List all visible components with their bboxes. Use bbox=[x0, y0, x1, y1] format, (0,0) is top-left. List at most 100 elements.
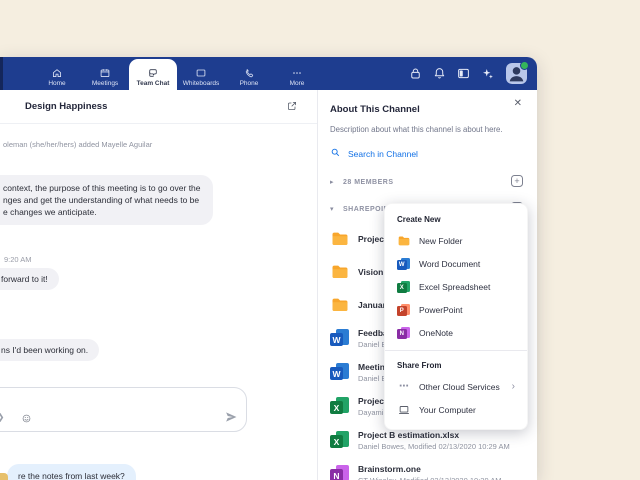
system-message: oleman (she/her/hers) added Mayelle Agui… bbox=[3, 140, 317, 149]
message-line: e changes we anticipate. bbox=[3, 206, 201, 218]
menu-item-your-computer[interactable]: Your Computer bbox=[385, 398, 527, 421]
caret-down-icon: ▾ bbox=[330, 205, 337, 213]
tab-more[interactable]: More bbox=[273, 57, 321, 90]
members-section-label: 28 MEMBERS bbox=[343, 179, 394, 186]
channel-description: Description about what this channel is a… bbox=[330, 125, 524, 134]
message-composer[interactable]: ❯ bbox=[0, 387, 247, 432]
close-icon[interactable]: ✕ bbox=[514, 99, 522, 109]
tab-phone[interactable]: Phone bbox=[225, 57, 273, 90]
menu-item-new-folder[interactable]: New Folder bbox=[385, 229, 527, 252]
tab-team-chat[interactable]: Team Chat bbox=[129, 59, 177, 90]
word-file-icon: W bbox=[330, 362, 350, 382]
create-new-menu: Create New New Folder W Word Document X … bbox=[384, 203, 528, 430]
file-name: Project bbox=[358, 234, 387, 244]
tab-whiteboards[interactable]: Whiteboards bbox=[177, 57, 225, 90]
onenote-file-icon: N bbox=[330, 464, 350, 480]
menu-item-label: New Folder bbox=[419, 236, 462, 246]
chat-bubbles-icon bbox=[147, 67, 159, 79]
sender-avatar bbox=[0, 473, 8, 480]
panel-title: About This Channel bbox=[330, 104, 420, 115]
menu-item-label: Word Document bbox=[419, 259, 480, 269]
composer-format-icon[interactable]: ❯ bbox=[0, 412, 8, 423]
file-name: Meetin bbox=[358, 362, 386, 372]
menu-item-label: PowerPoint bbox=[419, 305, 462, 315]
message-list: oleman (she/her/hers) added Mayelle Agui… bbox=[0, 140, 317, 480]
word-file-icon: W bbox=[330, 328, 350, 348]
file-name: Project B estimation.xlsx bbox=[358, 430, 510, 440]
tab-home-label: Home bbox=[48, 80, 65, 87]
message-line: nges and get the understanding of what n… bbox=[3, 194, 201, 206]
menu-item-other-cloud-services[interactable]: ⋯ Other Cloud Services › bbox=[385, 375, 527, 398]
menu-item-label: Your Computer bbox=[419, 405, 476, 415]
share-from-header: Share From bbox=[385, 357, 527, 375]
navbar-right-controls bbox=[408, 57, 527, 90]
phone-icon bbox=[243, 67, 255, 79]
message-bubble[interactable]: ns I'd been working on. bbox=[0, 339, 99, 361]
file-meta: CT Wiseley, Modified 02/13/2020 10:29 AM bbox=[358, 476, 502, 480]
file-name: Brainstorm.one bbox=[358, 464, 502, 474]
tab-meetings-label: Meetings bbox=[92, 80, 118, 87]
menu-item-label: Other Cloud Services bbox=[419, 382, 500, 392]
tab-phone-label: Phone bbox=[240, 80, 259, 87]
members-section-row[interactable]: ▸ 28 MEMBERS + bbox=[330, 174, 524, 190]
open-in-new-window-icon[interactable] bbox=[286, 100, 298, 112]
tab-home[interactable]: Home bbox=[33, 57, 81, 90]
excel-file-icon: X bbox=[330, 396, 350, 416]
menu-item-excel-spreadsheet[interactable]: X Excel Spreadsheet bbox=[385, 275, 527, 298]
excel-file-icon: X bbox=[330, 430, 350, 450]
folder-icon bbox=[397, 234, 411, 248]
file-name: Project bbox=[358, 396, 387, 406]
lock-icon[interactable] bbox=[408, 66, 423, 81]
calendar-icon bbox=[99, 67, 111, 79]
file-meta: Daniel B bbox=[358, 374, 386, 383]
desktop-background: Home Meetings Team Chat Whiteboards Phon… bbox=[0, 0, 640, 480]
menu-item-word-document[interactable]: W Word Document bbox=[385, 252, 527, 275]
onenote-icon: N bbox=[397, 326, 411, 340]
folder-icon bbox=[330, 295, 350, 315]
file-row[interactable]: N Brainstorm.one CT Wiseley, Modified 02… bbox=[330, 457, 524, 480]
tab-team-chat-label: Team Chat bbox=[137, 80, 170, 87]
menu-item-powerpoint[interactable]: P PowerPoint bbox=[385, 298, 527, 321]
bell-icon[interactable] bbox=[432, 66, 447, 81]
laptop-icon bbox=[397, 403, 411, 417]
user-avatar[interactable] bbox=[506, 63, 527, 84]
panel-header: About This Channel ✕ bbox=[330, 90, 524, 117]
chevron-right-icon: › bbox=[512, 381, 515, 392]
tab-more-label: More bbox=[290, 80, 305, 87]
ai-sparkle-icon[interactable] bbox=[480, 66, 495, 81]
file-meta: Dayami bbox=[358, 408, 387, 417]
create-new-header: Create New bbox=[385, 211, 527, 229]
emoji-icon[interactable] bbox=[21, 413, 32, 424]
tab-whiteboards-label: Whiteboards bbox=[183, 80, 220, 87]
file-name: Januar bbox=[358, 300, 386, 310]
side-panel-toggle-icon[interactable] bbox=[456, 66, 471, 81]
caret-right-icon: ▸ bbox=[330, 178, 337, 186]
folder-icon bbox=[330, 262, 350, 282]
message-bubble[interactable]: context, the purpose of this meeting is … bbox=[0, 175, 213, 225]
top-navbar: Home Meetings Team Chat Whiteboards Phon… bbox=[0, 57, 537, 90]
message-bubble-blue[interactable]: re the notes from last week? bbox=[7, 464, 136, 480]
channel-title: Design Happiness bbox=[25, 101, 107, 112]
whiteboard-icon bbox=[195, 67, 207, 79]
send-icon[interactable] bbox=[224, 410, 238, 424]
excel-icon: X bbox=[397, 280, 411, 294]
word-icon: W bbox=[397, 257, 411, 271]
add-member-button[interactable]: + bbox=[511, 175, 523, 187]
timestamp: 9:20 AM bbox=[4, 255, 317, 264]
home-icon bbox=[51, 67, 63, 79]
menu-divider bbox=[385, 350, 527, 351]
file-name: Vision bbox=[358, 267, 383, 277]
message-bubble[interactable]: forward to it! bbox=[0, 268, 59, 290]
file-meta: Daniel Bowes, Modified 02/13/2020 10:29 … bbox=[358, 442, 510, 451]
menu-item-label: OneNote bbox=[419, 328, 453, 338]
nav-tabs: Home Meetings Team Chat Whiteboards Phon… bbox=[33, 57, 321, 90]
message-line: context, the purpose of this meeting is … bbox=[3, 182, 201, 194]
tab-meetings[interactable]: Meetings bbox=[81, 57, 129, 90]
chat-column: Design Happiness oleman (she/her/hers) a… bbox=[0, 90, 318, 480]
menu-item-onenote[interactable]: N OneNote bbox=[385, 321, 527, 344]
more-dots-icon bbox=[291, 67, 303, 79]
powerpoint-icon: P bbox=[397, 303, 411, 317]
search-label: Search in Channel bbox=[348, 149, 418, 159]
chat-header: Design Happiness bbox=[0, 90, 317, 124]
search-in-channel[interactable]: Search in Channel bbox=[330, 145, 524, 163]
